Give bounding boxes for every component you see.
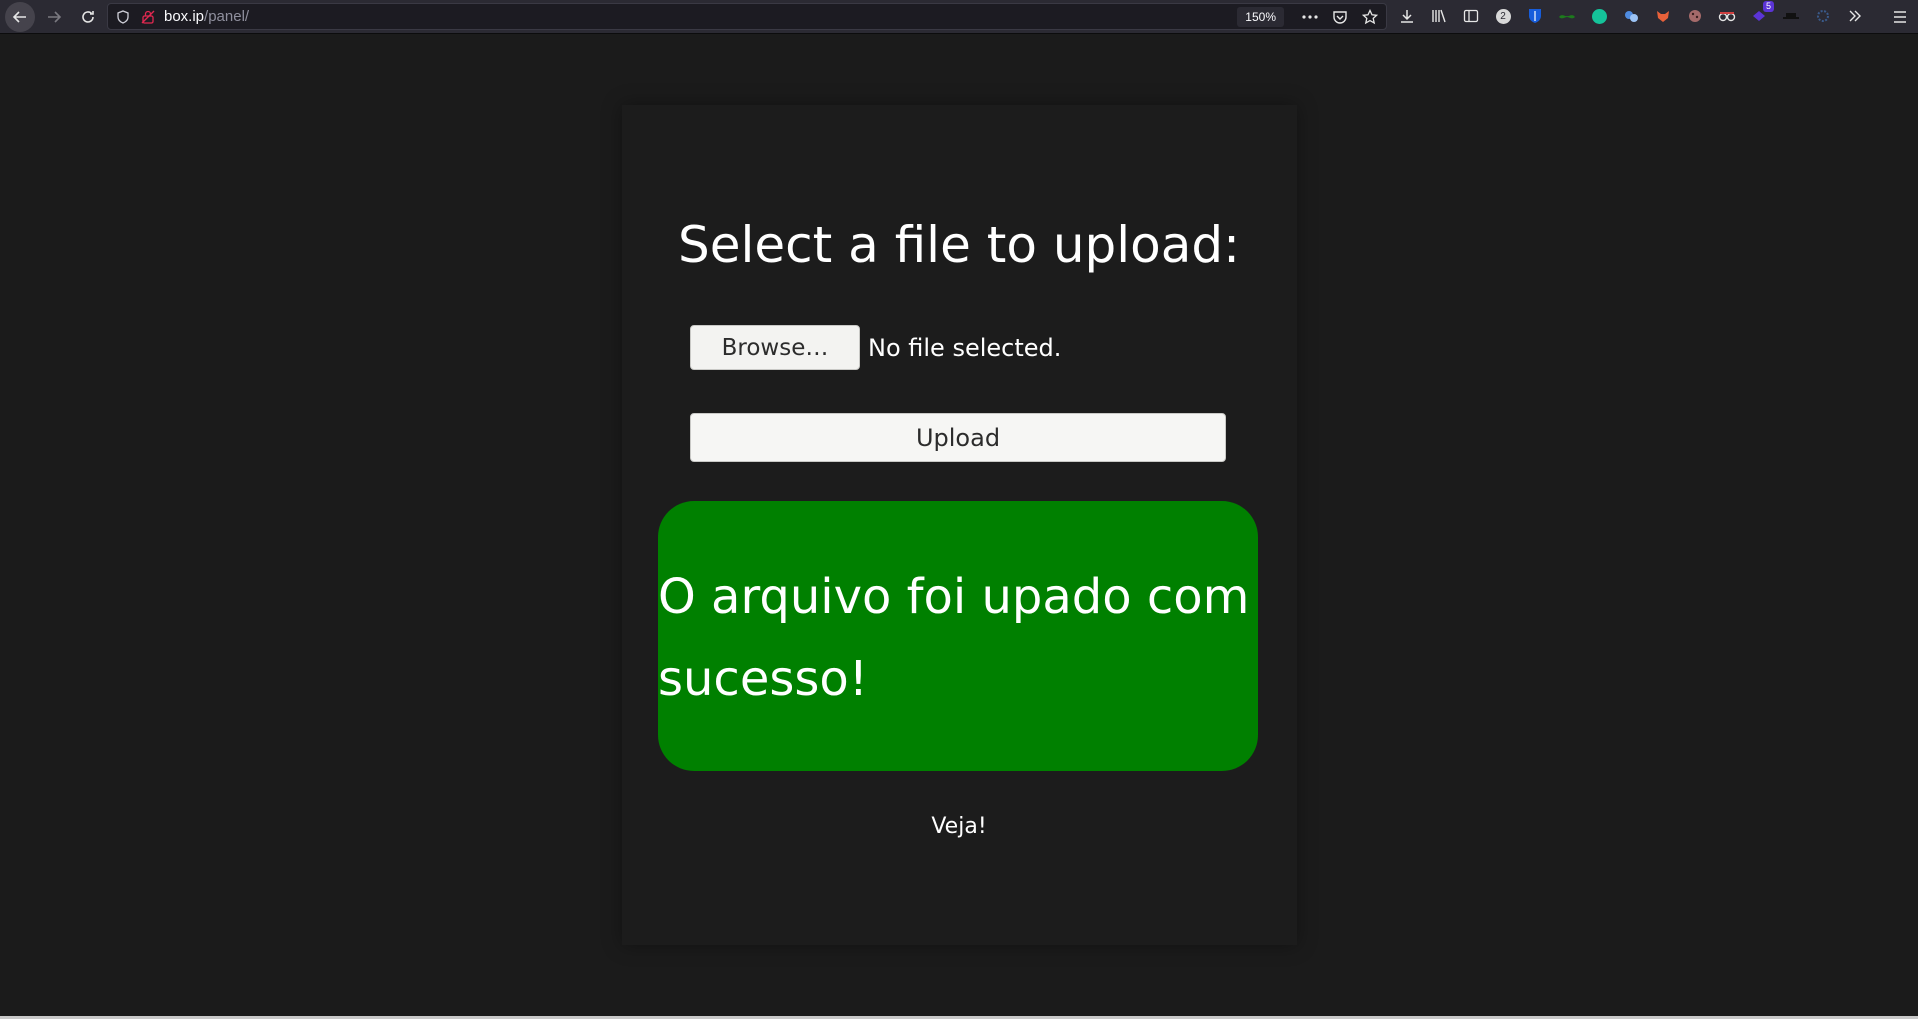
- extension-badge: 5: [1762, 1, 1774, 12]
- page-title: Select a file to upload:: [678, 216, 1240, 274]
- url-bar[interactable]: box.ip/panel/ 150%: [107, 3, 1387, 30]
- counter-value: 2: [1495, 8, 1511, 24]
- reload-button[interactable]: [73, 2, 103, 32]
- arrow-left-icon: [12, 10, 26, 23]
- back-button[interactable]: [5, 1, 35, 32]
- reload-icon: [82, 10, 94, 23]
- veja-link[interactable]: Veja!: [0, 814, 1918, 839]
- success-message: O arquivo foi upado com sucesso!: [658, 501, 1258, 771]
- more-actions-icon[interactable]: [1300, 7, 1320, 27]
- url-host: box.ip: [164, 8, 205, 25]
- mustache-extension-icon[interactable]: [1555, 4, 1579, 28]
- browse-button[interactable]: Browse…: [690, 325, 860, 370]
- zoom-level[interactable]: 150%: [1237, 7, 1284, 27]
- counter-extension-icon[interactable]: 2: [1491, 4, 1515, 28]
- upload-button[interactable]: Upload: [690, 413, 1226, 462]
- hamburger-menu-icon[interactable]: [1888, 5, 1912, 29]
- spy-extension-icon[interactable]: [1715, 4, 1739, 28]
- url-actions: [1300, 7, 1380, 27]
- pocket-icon[interactable]: [1330, 7, 1350, 27]
- library-icon[interactable]: [1427, 4, 1451, 28]
- browser-toolbar: box.ip/panel/ 150% 2 5: [0, 0, 1918, 34]
- shield-icon[interactable]: [113, 7, 133, 27]
- bitwarden-icon[interactable]: [1523, 4, 1547, 28]
- bookmark-star-icon[interactable]: [1360, 7, 1380, 27]
- file-status-label: No file selected.: [868, 333, 1062, 362]
- download-icon[interactable]: [1395, 4, 1419, 28]
- cookie-extension-icon[interactable]: [1683, 4, 1707, 28]
- translate-extension-icon[interactable]: [1619, 4, 1643, 28]
- url-text[interactable]: box.ip/panel/: [164, 8, 249, 25]
- grammarly-icon[interactable]: [1587, 4, 1611, 28]
- sidebar-icon[interactable]: [1459, 4, 1483, 28]
- insecure-lock-icon[interactable]: [138, 7, 158, 27]
- url-path: /panel/: [204, 8, 250, 25]
- purple-extension-icon[interactable]: 5: [1747, 1, 1774, 28]
- extensions-toolbar: 2 5: [1395, 1, 1867, 28]
- arrow-right-icon: [48, 10, 62, 23]
- fox-extension-icon[interactable]: [1651, 4, 1675, 28]
- file-input-row: Browse… No file selected.: [690, 325, 1061, 370]
- hat-extension-icon[interactable]: [1779, 4, 1803, 28]
- overflow-chevron-icon[interactable]: [1843, 4, 1867, 28]
- gear-extension-icon[interactable]: [1811, 4, 1835, 28]
- forward-button[interactable]: [39, 2, 69, 32]
